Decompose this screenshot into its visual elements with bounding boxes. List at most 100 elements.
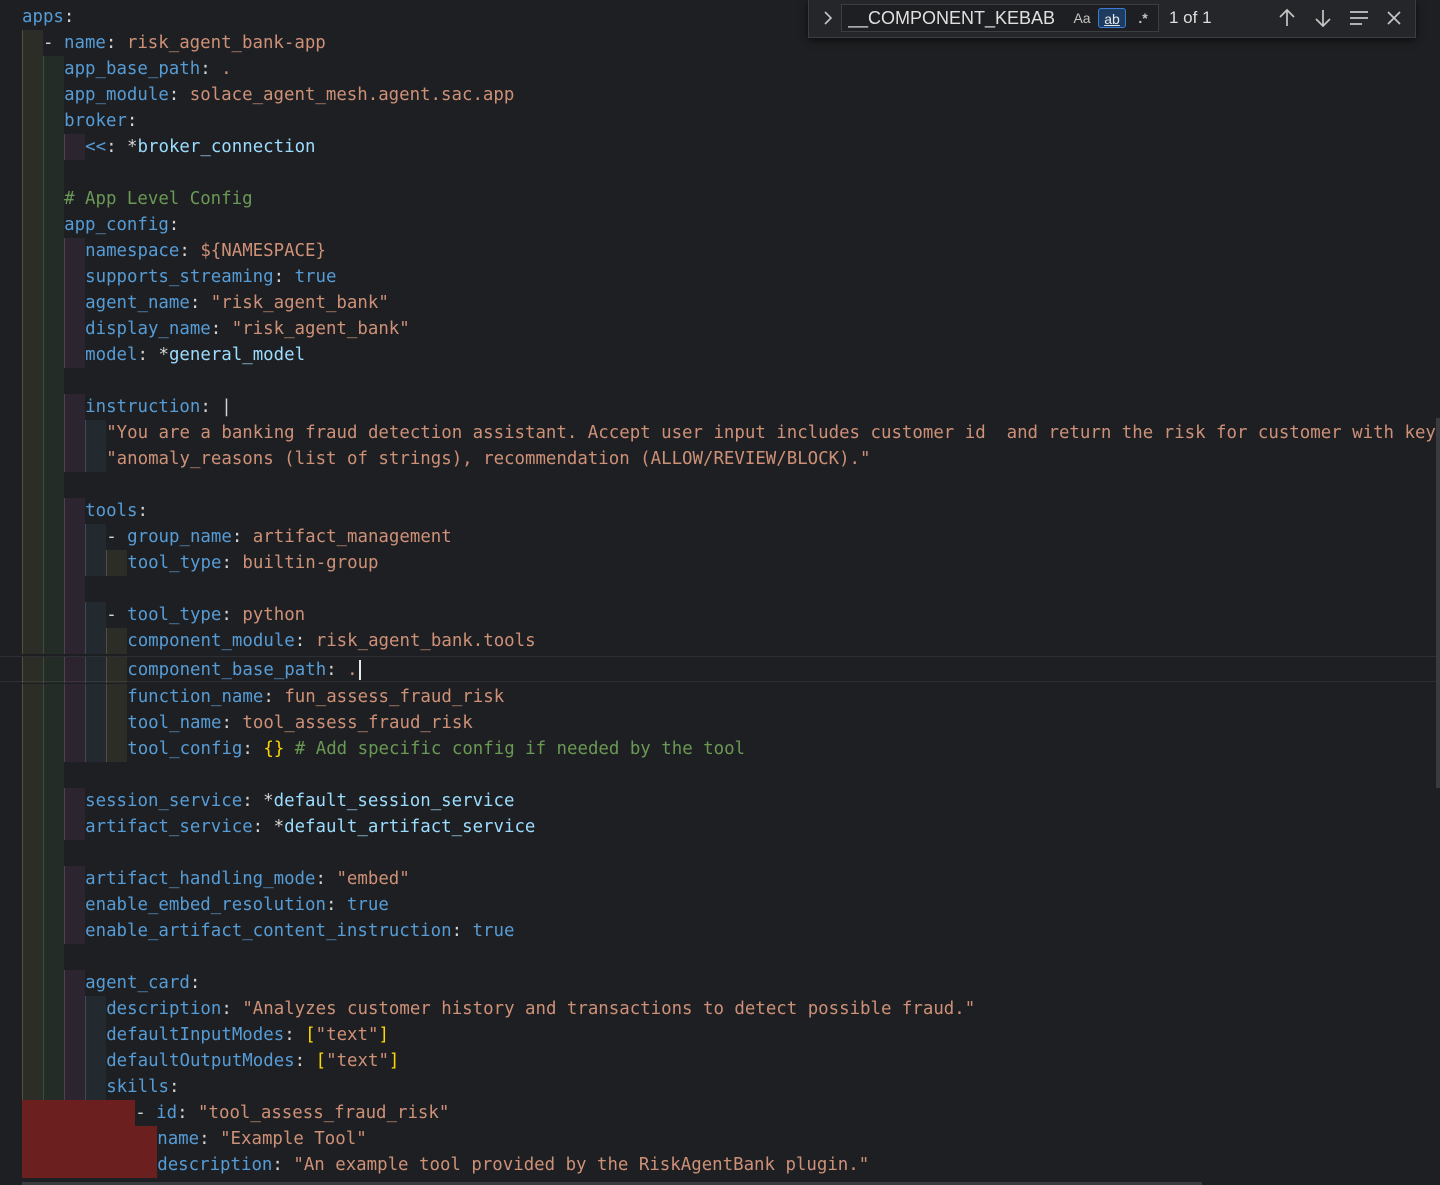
yaml-key: enable_artifact_content_instruction bbox=[85, 921, 452, 941]
yaml-key: name bbox=[157, 1129, 200, 1149]
code-line: session_service: *default_session_servic… bbox=[22, 788, 515, 815]
code-line: defaultOutputModes: ["text"] bbox=[22, 1048, 399, 1075]
yaml-reference: broker_connection bbox=[137, 137, 316, 157]
yaml-key: app_config bbox=[64, 215, 169, 235]
find-input[interactable] bbox=[848, 8, 1064, 28]
yaml-key: name bbox=[64, 33, 106, 53]
yaml-value: . bbox=[221, 59, 232, 79]
code-line: skills: bbox=[22, 1074, 180, 1101]
yaml-key: enable_embed_resolution bbox=[85, 895, 326, 915]
code-line: # App Level Config bbox=[22, 186, 253, 213]
yaml-boolean: true bbox=[472, 921, 515, 941]
match-case-toggle[interactable]: Aa bbox=[1070, 8, 1094, 28]
yaml-key: defaultOutputModes bbox=[106, 1051, 295, 1071]
yaml-key: instruction bbox=[85, 397, 201, 417]
code-line: component_module: risk_agent_bank.tools bbox=[22, 628, 536, 655]
arrow-down-icon[interactable] bbox=[1311, 6, 1335, 30]
yaml-value: "embed" bbox=[336, 869, 410, 889]
yaml-block-text: "You are a banking fraud detection assis… bbox=[106, 423, 1436, 443]
code-editor[interactable]: apps: - name: risk_agent_bank-app app_ba… bbox=[0, 0, 1440, 1185]
code-line: enable_embed_resolution: true bbox=[22, 892, 389, 919]
code-line: artifact_handling_mode: "embed" bbox=[22, 866, 410, 893]
code-line: - group_name: artifact_management bbox=[22, 524, 452, 551]
yaml-reference: general_model bbox=[168, 345, 306, 365]
code-line: agent_name: "risk_agent_bank" bbox=[22, 290, 389, 317]
yaml-value: "text" bbox=[315, 1025, 379, 1045]
yaml-key: component_module bbox=[127, 631, 295, 651]
yaml-key: supports_streaming bbox=[85, 267, 274, 287]
yaml-value: solace_agent_mesh.agent.sac.app bbox=[189, 85, 515, 105]
yaml-key: app_module bbox=[64, 85, 169, 105]
code-line bbox=[22, 160, 65, 187]
code-line: app_base_path: . bbox=[22, 56, 232, 83]
code-line: "anomaly_reasons (list of strings), reco… bbox=[22, 446, 871, 473]
vertical-scrollbar[interactable] bbox=[1436, 418, 1440, 788]
code-line: display_name: "risk_agent_bank" bbox=[22, 316, 410, 343]
code-line-current: component_base_path: . bbox=[0, 656, 1440, 684]
yaml-value: "tool_assess_fraud_risk" bbox=[198, 1103, 450, 1123]
yaml-key: description bbox=[157, 1155, 273, 1175]
yaml-value: ${NAMESPACE} bbox=[200, 241, 326, 261]
yaml-key: group_name bbox=[127, 527, 232, 547]
code-line: function_name: fun_assess_fraud_risk bbox=[22, 684, 504, 711]
yaml-value: . bbox=[347, 660, 358, 680]
code-line: tools: bbox=[22, 498, 148, 525]
yaml-key: tools bbox=[85, 501, 138, 521]
regex-toggle[interactable]: .* bbox=[1132, 8, 1154, 28]
yaml-key: namespace bbox=[85, 241, 180, 261]
code-line: tool_config: {} # Add specific config if… bbox=[22, 736, 745, 763]
code-line: defaultInputModes: ["text"] bbox=[22, 1022, 389, 1049]
close-icon[interactable] bbox=[1382, 6, 1406, 30]
yaml-key: display_name bbox=[85, 319, 211, 339]
code-line: enable_artifact_content_instruction: tru… bbox=[22, 918, 515, 945]
code-line: agent_card: bbox=[22, 970, 200, 997]
yaml-key: agent_card bbox=[85, 973, 190, 993]
yaml-key: skills bbox=[106, 1077, 170, 1097]
yaml-value: python bbox=[242, 605, 306, 625]
whole-word-toggle[interactable]: ab bbox=[1098, 8, 1126, 28]
yaml-key: app_base_path bbox=[64, 59, 201, 79]
yaml-key: defaultInputModes bbox=[106, 1025, 285, 1045]
code-line bbox=[22, 368, 65, 395]
yaml-key: id bbox=[156, 1103, 178, 1123]
code-line: supports_streaming: true bbox=[22, 264, 337, 291]
code-line: instruction: | bbox=[22, 394, 232, 421]
code-line bbox=[22, 576, 86, 603]
code-line bbox=[22, 944, 65, 971]
code-line: - tool_type: python bbox=[22, 602, 306, 629]
code-line: name: "Example Tool" bbox=[22, 1126, 367, 1153]
code-line: artifact_service: *default_artifact_serv… bbox=[22, 814, 536, 841]
yaml-boolean: true bbox=[346, 895, 389, 915]
yaml-key: model bbox=[85, 345, 138, 365]
yaml-key: function_name bbox=[127, 687, 264, 707]
code-line: tool_type: builtin-group bbox=[22, 550, 379, 577]
yaml-key: session_service bbox=[85, 791, 243, 811]
yaml-value: "Example Tool" bbox=[220, 1129, 367, 1149]
lines-icon[interactable] bbox=[1347, 6, 1371, 30]
find-widget: Aa ab .* 1 of 1 bbox=[808, 0, 1416, 38]
yaml-boolean: true bbox=[294, 267, 337, 287]
yaml-block-text: "anomaly_reasons (list of strings), reco… bbox=[106, 449, 871, 469]
yaml-key: description bbox=[106, 999, 222, 1019]
yaml-value: "risk_agent_bank" bbox=[210, 293, 389, 313]
yaml-key: artifact_handling_mode bbox=[85, 869, 316, 889]
code-line: app_module: solace_agent_mesh.agent.sac.… bbox=[22, 82, 515, 109]
yaml-reference: default_artifact_service bbox=[284, 817, 536, 837]
code-line: tool_name: tool_assess_fraud_risk bbox=[22, 710, 473, 737]
code-line: namespace: ${NAMESPACE} bbox=[22, 238, 326, 265]
arrow-up-icon[interactable] bbox=[1275, 6, 1299, 30]
yaml-reference: default_session_service bbox=[273, 791, 515, 811]
code-line: apps: bbox=[22, 7, 75, 27]
find-input-box: Aa ab .* bbox=[841, 4, 1159, 32]
yaml-key: agent_name bbox=[85, 293, 190, 313]
chevron-right-icon[interactable] bbox=[817, 7, 839, 29]
yaml-key: tool_type bbox=[127, 553, 222, 573]
code-line: description: "Analyzes customer history … bbox=[22, 996, 975, 1023]
yaml-value: artifact_management bbox=[252, 527, 452, 547]
yaml-brackets: {} bbox=[263, 739, 285, 759]
code-line: broker: bbox=[22, 108, 137, 135]
code-line: description: "An example tool provided b… bbox=[22, 1152, 870, 1179]
yaml-value: "An example tool provided by the RiskAge… bbox=[293, 1155, 870, 1175]
code-line: - id: "tool_assess_fraud_risk" bbox=[22, 1100, 450, 1127]
yaml-key: broker bbox=[64, 111, 127, 131]
